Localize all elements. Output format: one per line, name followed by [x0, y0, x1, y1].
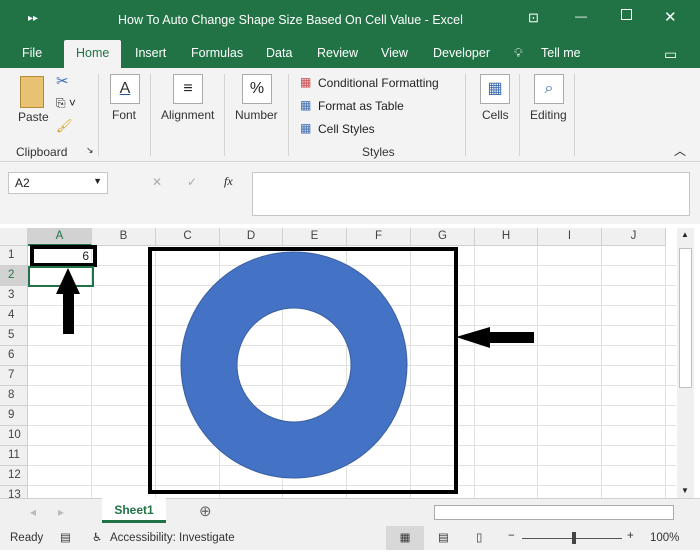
close-button[interactable]: ✕ — [664, 8, 677, 26]
sheet-tab-sheet1[interactable]: Sheet1 — [102, 498, 166, 523]
tab-review[interactable]: Review — [317, 46, 358, 60]
up-arrow-shape — [56, 268, 80, 334]
alignment-button[interactable]: Alignment — [161, 108, 214, 122]
formula-input[interactable] — [252, 172, 690, 216]
name-box-value: A2 — [15, 176, 30, 190]
macro-record-icon[interactable]: ▤ — [60, 530, 71, 544]
tab-formulas[interactable]: Formulas — [191, 46, 243, 60]
paste-button[interactable]: Paste — [18, 110, 49, 124]
lightbulb-icon: 💡︎ — [514, 46, 523, 60]
font-icon[interactable]: A — [110, 74, 140, 104]
ribbon-tabs: File Home Insert Formulas Data Review Vi… — [0, 40, 700, 68]
title-bar: ▸▸ How To Auto Change Shape Size Based O… — [0, 0, 700, 40]
tab-file[interactable]: File — [22, 46, 42, 60]
format-as-table-button[interactable]: Format as Table — [318, 99, 404, 113]
status-bar: Ready ▤ ♿︎ Accessibility: Investigate ▦ … — [0, 526, 700, 550]
page-break-icon[interactable]: ▯ — [476, 530, 482, 544]
number-button[interactable]: Number — [235, 108, 278, 122]
ribbon-display-icon[interactable]: ⊡ — [528, 10, 539, 26]
styles-group-label: Styles — [362, 145, 395, 159]
prev-sheet-icon[interactable]: ◂ — [30, 505, 36, 519]
vertical-scrollbar[interactable]: ▲ ▼ — [677, 228, 694, 498]
formula-bar-area: A2 ▼ ✕ ✓ fx — [0, 162, 700, 224]
name-box[interactable]: A2 ▼ — [8, 172, 108, 194]
add-sheet-icon[interactable]: ⊕ — [199, 502, 212, 520]
cell-styles-icon: ▦ — [300, 121, 312, 135]
status-ready: Ready — [10, 532, 44, 544]
conditional-formatting-button[interactable]: Conditional Formatting — [318, 76, 439, 90]
next-sheet-icon[interactable]: ▸ — [58, 505, 64, 519]
insert-function-button[interactable]: fx — [224, 174, 233, 189]
tab-view[interactable]: View — [381, 46, 408, 60]
cells-icon[interactable]: ▦ — [480, 74, 510, 104]
conditional-formatting-icon: ▦ — [300, 75, 312, 89]
zoom-level[interactable]: 100% — [650, 532, 679, 544]
tab-developer[interactable]: Developer — [433, 46, 490, 60]
horizontal-scrollbar[interactable] — [434, 505, 674, 520]
normal-view-icon[interactable]: ▦ — [386, 526, 424, 550]
paste-icon[interactable] — [20, 76, 44, 108]
scroll-down-icon[interactable]: ▼ — [681, 486, 689, 495]
zoom-in-icon[interactable]: + — [627, 530, 634, 542]
zoom-slider-thumb[interactable] — [572, 532, 576, 544]
left-arrow-shape — [456, 327, 534, 348]
search-icon[interactable]: ⌕ — [534, 74, 564, 104]
tell-me-search[interactable]: Tell me — [541, 46, 581, 60]
quick-access-icon[interactable]: ▸▸ — [28, 13, 38, 24]
accessibility-icon: ♿︎ — [92, 532, 103, 544]
format-as-table-icon: ▦ — [300, 98, 312, 112]
accessibility-status[interactable]: Accessibility: Investigate — [110, 532, 235, 544]
page-layout-icon[interactable]: ▤ — [438, 530, 449, 544]
cell-styles-button[interactable]: Cell Styles — [318, 122, 375, 136]
zoom-out-icon[interactable]: − — [508, 530, 515, 542]
cells-button[interactable]: Cells — [482, 108, 509, 122]
ribbon: Paste ✂ ⎘ ˅ 🖌︎ Clipboard ↘ A Font ≡ Alig… — [0, 68, 700, 162]
copy-icon[interactable]: ⎘ ˅ — [56, 96, 76, 111]
shapes-layer — [56, 247, 534, 494]
alignment-icon[interactable]: ≡ — [173, 74, 203, 104]
editing-button[interactable]: Editing — [530, 108, 567, 122]
tab-insert[interactable]: Insert — [135, 46, 166, 60]
cut-icon[interactable]: ✂ — [56, 72, 69, 90]
dialog-launcher-icon[interactable]: ↘ — [86, 145, 94, 156]
comments-icon[interactable]: ▭ — [664, 46, 677, 63]
maximize-button[interactable] — [621, 9, 632, 20]
minimize-button[interactable]: — — [575, 9, 587, 23]
format-painter-icon[interactable]: 🖌︎ — [56, 118, 73, 134]
window-title: How To Auto Change Shape Size Based On C… — [118, 13, 463, 27]
scroll-up-icon[interactable]: ▲ — [681, 230, 689, 239]
tab-home[interactable]: Home — [64, 40, 122, 68]
tab-data[interactable]: Data — [266, 46, 292, 60]
number-icon[interactable]: % — [242, 74, 272, 104]
enter-icon[interactable]: ✓ — [187, 175, 197, 189]
donut-shape[interactable] — [180, 251, 408, 479]
sheet-tab-bar: ◂ ▸ Sheet1 ⊕ — [0, 498, 700, 526]
clipboard-group-label: Clipboard — [16, 145, 68, 159]
vertical-scroll-thumb[interactable] — [679, 248, 692, 388]
font-button[interactable]: Font — [112, 108, 136, 122]
collapse-ribbon-icon[interactable]: ︿ — [674, 142, 686, 159]
cancel-icon[interactable]: ✕ — [152, 175, 162, 189]
